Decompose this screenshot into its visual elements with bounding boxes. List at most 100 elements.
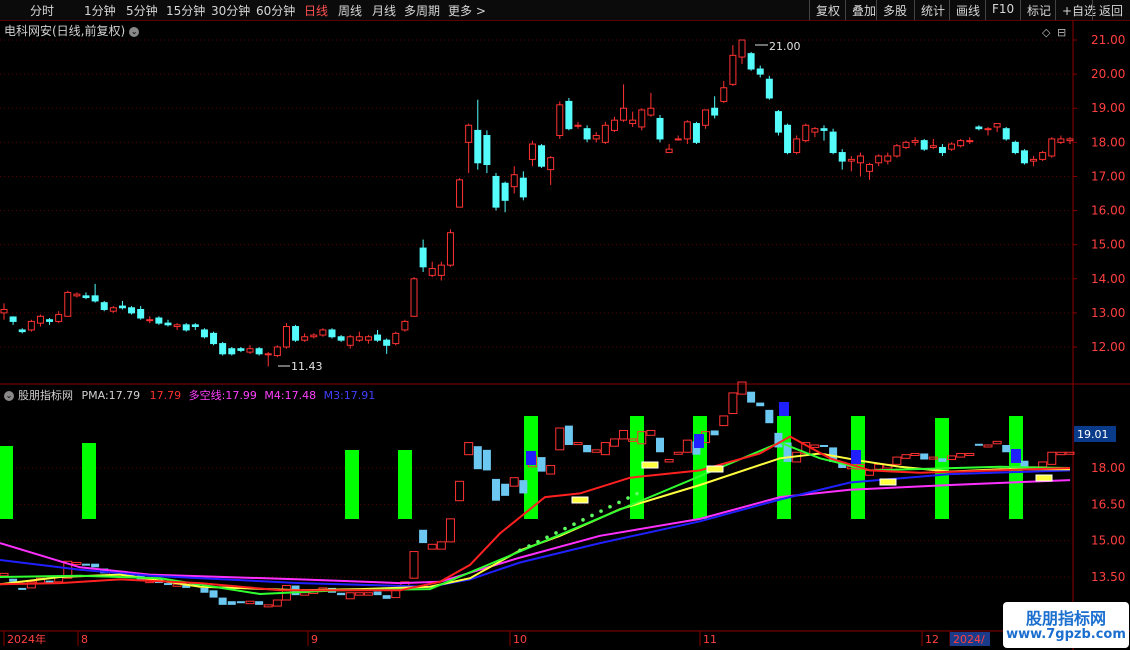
candle-body (601, 124, 609, 143)
trend-dot (635, 491, 639, 496)
ind-box-up (245, 600, 255, 605)
trend-dot (590, 513, 594, 518)
trend-dot (581, 518, 585, 522)
ind-box-up (555, 427, 565, 451)
candle-body (410, 278, 418, 317)
blue-marker (851, 450, 861, 464)
ind-box-up (509, 477, 519, 487)
date-label: 12 (925, 633, 939, 646)
ind-box-down (255, 601, 264, 605)
ind-box-up (0, 572, 9, 577)
candle-body (510, 174, 518, 188)
ind-tick-label: 18.00 (1091, 461, 1125, 475)
ind-box-down (482, 449, 491, 471)
ind-box-down (501, 483, 510, 496)
ind-box-up (591, 449, 601, 453)
candle-body (592, 135, 600, 140)
ind-box-up (609, 438, 619, 447)
candle-body (392, 332, 400, 345)
candle-body (128, 307, 136, 314)
signal-bar (345, 450, 359, 519)
candle-body (574, 124, 582, 127)
candle-body (674, 138, 682, 141)
candle-body (629, 119, 637, 125)
trend-dot (536, 539, 540, 544)
ind-box-up (810, 444, 820, 448)
candle-body (273, 346, 281, 357)
blue-marker (779, 402, 789, 416)
candle-body (191, 324, 199, 328)
candle-body (419, 247, 427, 268)
ind-box-down (209, 590, 218, 598)
ind-box-up (546, 465, 556, 475)
candle-body (109, 307, 117, 312)
candle-body (210, 332, 218, 345)
trend-dot (518, 548, 522, 553)
trend-dot (527, 544, 531, 548)
candle-body (993, 123, 1001, 128)
ind-box-up (673, 451, 683, 455)
ind-box-down (820, 444, 828, 447)
date-label: 8 (81, 633, 88, 646)
yellow-marker (879, 478, 897, 486)
candle-body (501, 182, 509, 201)
price-tick-label: 15.00 (1091, 238, 1125, 252)
candle-body (866, 164, 874, 172)
price-tick-label: 13.00 (1091, 306, 1125, 320)
stock-chart[interactable]: 12.00 13.00 14.00 15.00 16.00 17.00 18.00 19.00… (0, 0, 1130, 650)
ind-box-down (382, 595, 391, 599)
collapse-icon: ⊟ (1057, 26, 1066, 39)
candle-body (738, 39, 746, 58)
candle-body (82, 295, 90, 299)
candle-body (137, 308, 145, 319)
ind-box-up (719, 415, 729, 427)
candle-body (984, 128, 992, 131)
ind-box-up (910, 452, 920, 456)
candle-body (237, 348, 245, 351)
ind-box-down (765, 409, 774, 424)
candle-body (756, 68, 764, 75)
ind-box-down (1002, 444, 1011, 453)
candle-body (146, 319, 154, 322)
candle-body (620, 107, 628, 121)
candle-body (920, 140, 928, 150)
candle-body (91, 295, 99, 302)
candle-body (656, 117, 664, 140)
candle-body (0, 308, 8, 314)
candle-body (36, 315, 44, 324)
candle-body (319, 329, 327, 336)
candle-body (665, 148, 673, 154)
ind-box-up (1056, 451, 1066, 456)
candle-body (528, 143, 536, 160)
candle-body (875, 155, 883, 164)
ind-box-down (747, 391, 756, 403)
ind-tick-label: 13.50 (1091, 570, 1125, 584)
diamond-icon: ◇ (1042, 26, 1051, 39)
ind-box-up (901, 454, 911, 459)
candle-body (27, 320, 35, 331)
candle-body (73, 293, 81, 297)
signal-bar (82, 443, 96, 519)
ind-box-down (564, 425, 573, 445)
candle-body (346, 336, 354, 346)
ind-box-up (445, 518, 455, 543)
candle-body (647, 107, 655, 116)
candle-body (255, 348, 263, 355)
trend-dot (554, 531, 558, 535)
candle-body (219, 343, 227, 355)
candle-body (1066, 138, 1074, 142)
candle-body (383, 339, 391, 346)
ind-box-up (300, 592, 310, 596)
candle-body (948, 143, 956, 150)
high-label: 21.00 (769, 40, 801, 53)
yellow-marker (641, 461, 659, 469)
price-tick-label: 16.00 (1091, 204, 1125, 218)
candle-body (702, 109, 710, 126)
candle-body (683, 121, 691, 140)
candle-body (173, 324, 181, 328)
ind-box-up (600, 442, 610, 456)
ind-box-down (583, 444, 592, 453)
candle-body (793, 138, 801, 154)
candle-body (55, 314, 63, 322)
signal-bar (0, 446, 13, 519)
